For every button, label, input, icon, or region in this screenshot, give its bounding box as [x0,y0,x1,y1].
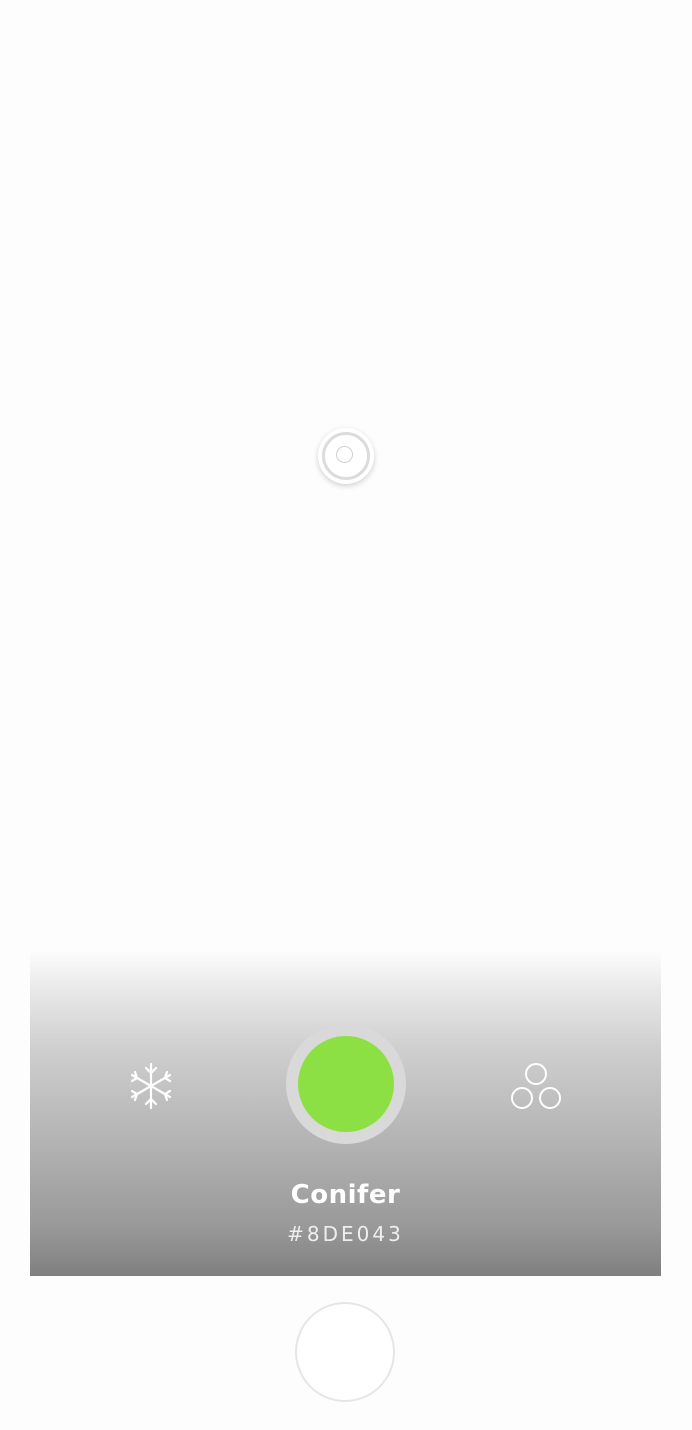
palette-circles-icon [511,1063,561,1109]
shutter-button[interactable] [295,1302,395,1402]
color-swatch-button[interactable] [286,1024,406,1144]
focus-reticle-icon [318,428,374,484]
color-hex-code: #8DE043 [287,1222,404,1246]
palette-button[interactable] [508,1058,564,1114]
color-name: Conifer [290,1180,401,1210]
freeze-button[interactable] [123,1058,179,1114]
focus-dot [336,446,353,463]
color-swatch [298,1036,394,1132]
camera-screen: Conifer #8DE043 [0,0,692,1430]
snowflake-icon [130,1062,172,1110]
